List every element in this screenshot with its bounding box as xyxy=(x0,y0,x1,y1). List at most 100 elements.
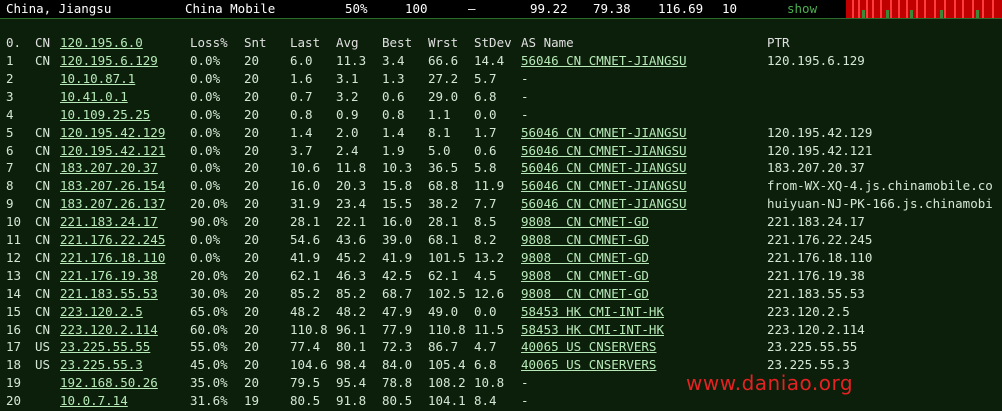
country-code: CN xyxy=(35,196,51,212)
hop-ip[interactable]: 221.176.22.245 xyxy=(60,232,165,247)
avg-value: 22.1 xyxy=(336,214,367,230)
col-index: 0. xyxy=(6,35,22,50)
as-name[interactable]: 56046 CN CMNET-JIANGSU xyxy=(521,178,687,193)
col-target[interactable]: 120.195.6.0 xyxy=(60,35,143,50)
ptr-value: 183.207.20.37 xyxy=(767,160,865,176)
summary-location: China, Jiangsu xyxy=(6,1,112,16)
sent-value: 20 xyxy=(244,178,260,194)
hop-ip[interactable]: 221.176.19.38 xyxy=(60,268,158,283)
hop-ip[interactable]: 221.183.24.17 xyxy=(60,214,158,229)
as-name[interactable]: 40065 US CNSERVERS xyxy=(521,339,656,354)
worst-value: 1.1 xyxy=(428,106,451,122)
ptr-value: from-WX-XQ-4.js.chinamobile.co xyxy=(767,178,993,194)
as-name[interactable]: 9808 CN CMNET-GD xyxy=(521,250,649,265)
as-name[interactable]: 9808 CN CMNET-GD xyxy=(521,268,649,283)
sent-value: 20 xyxy=(244,106,260,122)
sent-value: 20 xyxy=(244,70,260,86)
worst-value: 29.0 xyxy=(428,88,459,104)
as-name[interactable]: 56046 CN CMNET-JIANGSU xyxy=(521,143,687,158)
sent-value: 20 xyxy=(244,142,260,158)
stdev-value: 10.8 xyxy=(474,375,505,391)
sent-value: 20 xyxy=(244,303,260,319)
hop-ip[interactable]: 120.195.6.129 xyxy=(60,53,158,68)
worst-value: 62.1 xyxy=(428,267,459,283)
country-code: CN xyxy=(35,124,51,140)
last-value: 85.2 xyxy=(290,285,321,301)
best-value: 0.8 xyxy=(382,106,405,122)
last-value: 0.8 xyxy=(290,106,313,122)
as-name[interactable]: 58453 HK CMI-INT-HK xyxy=(521,322,664,337)
traceroute-table: 0. CN 120.195.6.0 Loss% Snt Last Avg Bes… xyxy=(0,18,1002,411)
sent-value: 20 xyxy=(244,357,260,373)
loss-value: 90.0% xyxy=(190,214,228,230)
last-value: 104.6 xyxy=(290,357,328,373)
summary-avg: 79.38 xyxy=(593,1,631,16)
hop-ip[interactable]: 183.207.26.137 xyxy=(60,196,165,211)
hop-ip[interactable]: 223.120.2.5 xyxy=(60,304,143,319)
hop-number: 16 xyxy=(6,321,22,337)
sent-value: 20 xyxy=(244,267,260,283)
sent-value: 20 xyxy=(244,160,260,176)
hop-row: 14 CN 221.183.55.53 30.0% 20 85.2 85.2 68.7 102.… xyxy=(0,286,1002,304)
show-toggle[interactable]: show xyxy=(787,1,817,16)
country-code: CN xyxy=(35,303,51,319)
worst-value: 102.5 xyxy=(428,285,466,301)
best-value: 10.3 xyxy=(382,160,413,176)
as-name[interactable]: 9808 CN CMNET-GD xyxy=(521,232,649,247)
stdev-value: 7.7 xyxy=(474,196,497,212)
col-wrst: Wrst xyxy=(428,35,459,50)
hop-ip[interactable]: 221.183.55.53 xyxy=(60,286,158,301)
hop-ip[interactable]: 223.120.2.114 xyxy=(60,322,158,337)
ptr-value: huiyuan-NJ-PK-166.js.chinamobi xyxy=(767,196,993,212)
hop-ip[interactable]: 192.168.50.26 xyxy=(60,375,158,390)
loss-value: 0.0% xyxy=(190,142,221,158)
worst-value: 108.2 xyxy=(428,375,466,391)
hop-ip[interactable]: 23.225.55.3 xyxy=(60,357,143,372)
worst-value: 5.0 xyxy=(428,142,451,158)
loss-value: 0.0% xyxy=(190,178,221,194)
hop-ip[interactable]: 120.195.42.121 xyxy=(60,143,165,158)
table-header: 0. CN 120.195.6.0 Loss% Snt Last Avg Bes… xyxy=(0,35,1002,53)
as-name[interactable]: 56046 CN CMNET-JIANGSU xyxy=(521,125,687,140)
col-best: Best xyxy=(382,35,413,50)
best-value: 47.9 xyxy=(382,303,413,319)
as-name: - xyxy=(521,393,529,409)
ptr-value: 223.120.2.114 xyxy=(767,321,865,337)
as-name[interactable]: 58453 HK CMI-INT-HK xyxy=(521,304,664,319)
hop-ip[interactable]: 10.109.25.25 xyxy=(60,107,150,122)
hop-row: 2 10.10.87.1 0.0% 20 1.6 3.1 1.3 27.2 5.7 - xyxy=(0,71,1002,89)
as-name[interactable]: 56046 CN CMNET-JIANGSU xyxy=(521,196,687,211)
hop-number: 14 xyxy=(6,285,22,301)
summary-dash: – xyxy=(468,1,476,16)
worst-value: 68.1 xyxy=(428,232,459,247)
hop-ip[interactable]: 23.225.55.55 xyxy=(60,339,150,354)
as-name[interactable]: 40065 US CNSERVERS xyxy=(521,357,656,372)
worst-value: 36.5 xyxy=(428,160,459,176)
hop-ip[interactable]: 120.195.42.129 xyxy=(60,125,165,140)
hop-ip[interactable]: 183.207.26.154 xyxy=(60,178,165,193)
hop-row: 1 CN 120.195.6.129 0.0% 20 6.0 11.3 3.4 66.6 14.4… xyxy=(0,53,1002,71)
ptr-value: 221.176.22.245 xyxy=(767,232,873,247)
stdev-value: 0.0 xyxy=(474,303,497,319)
hop-ip[interactable]: 10.0.7.14 xyxy=(60,393,128,408)
col-snt: Snt xyxy=(244,35,267,50)
last-value: 1.4 xyxy=(290,124,313,140)
last-value: 16.0 xyxy=(290,178,321,194)
as-name[interactable]: 56046 CN CMNET-JIANGSU xyxy=(521,53,687,68)
as-name[interactable]: 56046 CN CMNET-JIANGSU xyxy=(521,160,687,175)
last-value: 3.7 xyxy=(290,142,313,158)
best-value: 1.9 xyxy=(382,142,405,158)
worst-value: 104.1 xyxy=(428,393,466,409)
summary-hops: 10 xyxy=(722,1,738,16)
hop-ip[interactable]: 10.41.0.1 xyxy=(60,89,128,104)
hop-ip[interactable]: 183.207.20.37 xyxy=(60,160,158,175)
as-name[interactable]: 9808 CN CMNET-GD xyxy=(521,286,649,301)
worst-value: 28.1 xyxy=(428,214,459,230)
best-value: 15.5 xyxy=(382,196,413,212)
as-name[interactable]: 9808 CN CMNET-GD xyxy=(521,214,649,229)
hop-ip[interactable]: 10.10.87.1 xyxy=(60,71,135,86)
best-value: 72.3 xyxy=(382,339,413,355)
stdev-value: 14.4 xyxy=(474,53,505,68)
ptr-value: 120.195.6.129 xyxy=(767,53,865,68)
hop-ip[interactable]: 221.176.18.110 xyxy=(60,250,165,265)
